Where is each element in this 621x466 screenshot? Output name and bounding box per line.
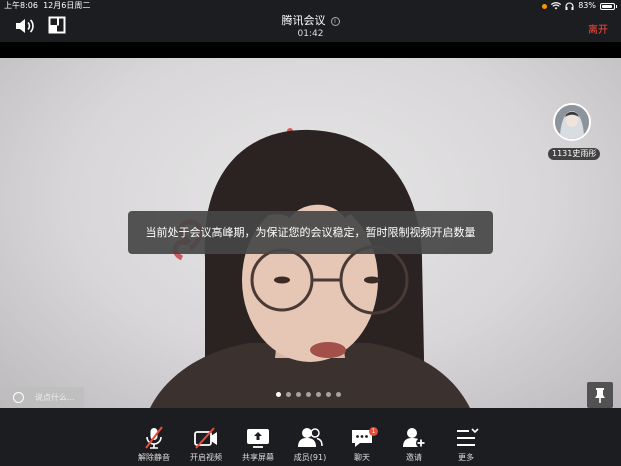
more-label: 更多 xyxy=(458,453,474,462)
battery-percent: 83% xyxy=(578,1,596,10)
mic-active-indicator-icon xyxy=(542,3,548,9)
members-label: 成员(91) xyxy=(293,453,327,462)
pin-video-button[interactable] xyxy=(587,382,613,408)
meeting-toolbar: 解除静音 开启视频 共享屏幕 成员(91) 1 聊天 邀请 更多 xyxy=(0,408,621,466)
unmute-button[interactable]: 解除静音 xyxy=(128,408,180,466)
share-screen-icon xyxy=(247,429,269,448)
chat-input-field[interactable]: 说点什么... xyxy=(7,387,84,408)
meeting-timer: 01:42 xyxy=(297,29,324,39)
chat-placeholder: 说点什么... xyxy=(35,393,75,402)
status-date: 12月6日周二 xyxy=(43,1,91,10)
leave-button[interactable]: 离开 xyxy=(588,21,608,36)
camera-off-icon xyxy=(194,427,217,449)
emoji-icon[interactable] xyxy=(13,392,24,403)
page-dot[interactable] xyxy=(316,392,321,397)
share-screen-button[interactable]: 共享屏幕 xyxy=(232,408,284,466)
meeting-header: 腾讯会议 i 01:42 离开 xyxy=(0,12,621,42)
meeting-title-text: 腾讯会议 xyxy=(281,14,326,27)
status-bar-left: 上午8:06 12月6日周二 xyxy=(4,0,90,12)
participant-tile[interactable]: 1131史雨彤 xyxy=(548,103,601,163)
start-video-label: 开启视频 xyxy=(190,453,222,462)
invite-button[interactable]: 邀请 xyxy=(388,408,440,466)
members-icon xyxy=(298,428,323,447)
meeting-title[interactable]: 腾讯会议 i xyxy=(0,13,621,28)
more-button[interactable]: 更多 xyxy=(440,408,492,466)
info-icon[interactable]: i xyxy=(330,17,340,26)
chat-label: 聊天 xyxy=(354,453,370,462)
battery-icon xyxy=(600,2,617,10)
start-video-button[interactable]: 开启视频 xyxy=(180,408,232,466)
title-block: 腾讯会议 i 01:42 xyxy=(0,13,621,40)
unmute-label: 解除静音 xyxy=(138,453,170,462)
page-dot[interactable] xyxy=(276,392,281,397)
chat-unread-badge: 1 xyxy=(369,427,378,436)
invite-icon xyxy=(403,428,426,448)
members-button[interactable]: 成员(91) xyxy=(284,408,336,466)
headphones-icon xyxy=(565,2,574,10)
pin-icon xyxy=(595,388,605,403)
page-indicator[interactable] xyxy=(276,392,341,397)
participant-avatar xyxy=(553,103,591,141)
status-time: 上午8:06 xyxy=(4,1,38,10)
more-menu-icon xyxy=(457,428,479,446)
page-dot[interactable] xyxy=(286,392,291,397)
top-divider-band xyxy=(0,42,621,58)
page-dot[interactable] xyxy=(306,392,311,397)
wifi-icon xyxy=(551,2,562,10)
peak-hours-toast: 当前处于会议高峰期，为保证您的会议稳定，暂时限制视频开启数量 xyxy=(128,211,493,254)
page-dot[interactable] xyxy=(336,392,341,397)
chat-button[interactable]: 1 聊天 xyxy=(336,408,388,466)
share-screen-label: 共享屏幕 xyxy=(242,453,274,462)
participant-name: 1131史雨彤 xyxy=(548,148,601,160)
avatar-image xyxy=(555,105,589,139)
page-dot[interactable] xyxy=(296,392,301,397)
invite-label: 邀请 xyxy=(406,453,422,462)
main-video-area[interactable]: 1131史雨彤 当前处于会议高峰期，为保证您的会议稳定，暂时限制视频开启数量 说… xyxy=(0,58,621,408)
page-dot[interactable] xyxy=(326,392,331,397)
status-bar-right: 83% xyxy=(542,0,617,12)
status-bar: 上午8:06 12月6日周二 83% xyxy=(0,0,621,12)
mic-muted-icon xyxy=(145,426,163,449)
